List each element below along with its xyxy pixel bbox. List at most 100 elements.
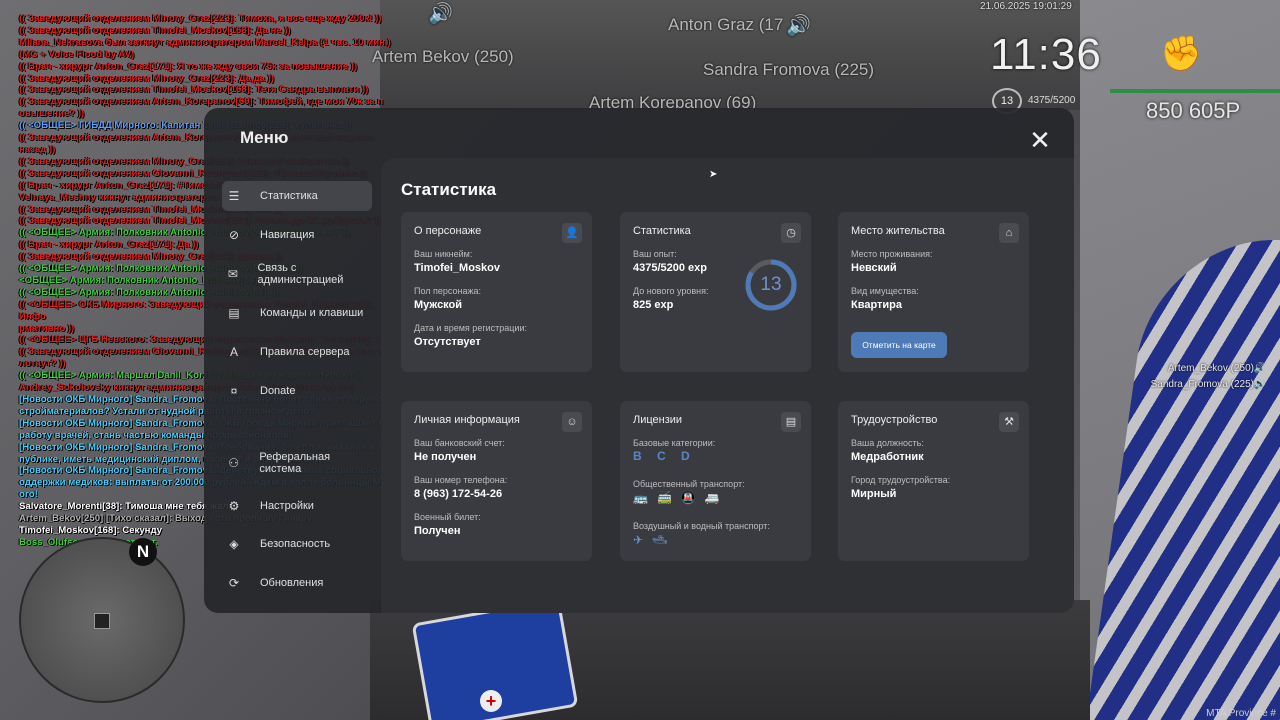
nav-item-label: Donate [260,385,296,397]
field-label: Военный билет: [414,512,481,522]
user-icon: 👤 [562,223,582,243]
update-icon: ⟳ [228,576,240,590]
nav-item-6[interactable]: ¤ Donate [222,376,372,406]
public-transport-icons: 🚌🚎🚇🚐 [633,491,729,505]
mouse-cursor-icon: ➤ [709,169,718,180]
nav-item-8[interactable]: ⚙ Настройки [222,491,372,521]
card-personal: Личная информация ☺ Ваш банковский счет:… [401,401,592,561]
field-label: Ваш опыт: [633,249,677,259]
nav-item-label: Навигация [260,229,315,241]
nav-item-label: Команды и клавиши [260,307,364,319]
field-label: Город трудоустройства: [851,475,951,485]
close-icon[interactable]: ✕ [1026,126,1054,154]
nav-item-label: Правила сервера [260,346,350,358]
nav-item-label: Статистика [260,190,318,202]
nav-item-label: Связь с администрацией [257,262,344,286]
field-label: Пол персонажа: [414,286,482,296]
card-job: Трудоустройство ⚒ Ваша должность: Медраб… [838,401,1029,561]
nav-item-label: Обновления [260,577,324,589]
fist-icon: ✊ [1160,35,1203,73]
page-title: Статистика [401,180,497,199]
tools-icon: ⚒ [999,412,1019,432]
license-categories: B C D [633,449,696,463]
field-label: Ваш никнейм: [414,249,473,259]
card-title: Личная информация [414,414,520,426]
server-watermark: MTA Province # [1206,708,1276,719]
chat-line: (( Заведующий отделением Minory_Graz[223… [19,72,275,84]
nav-item-10[interactable]: ⟳ Обновления [222,568,372,598]
field-label: Ваш номер телефона: [414,475,508,485]
chat-line: (( Врач - хирург Anton_Graz[171]: Я то ж… [19,60,358,72]
field-label: Дата и время регистрации: [414,323,527,333]
nav-item-5[interactable]: A Правила сервера [222,337,372,367]
menu-window: Меню ☰ Статистика ⊘ Навигация ✉ Связь с админ… [204,108,1074,613]
rules-icon: A [229,345,238,359]
card-person: О персонаже 👤 Ваш никнейм: Timofei_Mosko… [401,212,592,372]
referral-icon: ⚇ [228,456,240,470]
nav-item-label: Безопасность [260,538,331,550]
card-home: Место жительства ⌂ Место проживания: Нев… [838,212,1029,372]
field-label: Базовые категории: [633,438,716,448]
chart-icon: ☰ [228,189,240,203]
compass-icon: ⊘ [228,228,240,242]
field-label: Место проживания: [851,249,933,259]
document-icon: ▤ [781,412,801,432]
field-label: До нового уровня: [633,286,709,296]
chat-line: (( Заведующий отделением Minory_Graz[223… [19,13,382,24]
card-title: Трудоустройство [851,414,938,426]
voice-player: Sandra_Fromova (225) [1150,379,1254,390]
field-value: Timofei_Moskov [414,262,500,274]
card-title: Статистика [633,225,691,237]
field-value: Не получен [414,451,477,463]
nav-item-7[interactable]: ⚇ Реферальная система [222,448,372,478]
card-licenses: Лицензии ▤ Базовые категории: B C D Обще… [620,401,811,561]
field-label: Ваша должность: [851,438,924,448]
level-number: 13 [760,274,782,295]
field-value: Медработник [851,451,924,463]
field-label: Вид имущества: [851,286,919,296]
house-icon: ⌂ [999,223,1019,243]
nav-item-1[interactable]: ☰ Статистика [222,181,372,211]
card-title: О персонаже [414,225,482,237]
field-value: Мужской [414,299,463,311]
field-value: Квартира [851,299,903,311]
player-nametag: Sandra Fromova (225) [703,60,875,79]
donate-icon: ¤ [230,384,238,398]
field-label: Ваш банковский счет: [414,438,505,448]
speaker-icon: 🔊 [1253,379,1266,390]
mark-on-map-button[interactable]: Отметить на карте [851,332,947,358]
chat-line: Milana_Nekrasova был заткнут администрат… [19,36,391,48]
chat-line: (( Заведующий отделением Artem_Korepanov… [19,96,384,108]
nav-item-4[interactable]: ▤ Команды и клавиши [222,298,372,328]
nav-item-9[interactable]: ◈ Безопасность [222,529,372,559]
player-marker-icon [94,613,110,629]
field-value: Отсутствует [414,336,481,348]
keyboard-icon: ▤ [228,306,240,320]
nav-item-label: Реферальная система [259,451,331,475]
hud-time: 11:36 [990,30,1102,79]
voice-player: Artem_Bekov (250) [1167,363,1254,374]
clock-icon: ◷ [781,223,801,243]
field-label: Воздушный и водный транспорт: [633,521,770,531]
face-icon: ☺ [562,412,582,432]
card-title: Место жительства [851,225,945,237]
chat-line: (( Заведующий отделением Timofei_Moskov[… [19,84,369,96]
nav-item-3[interactable]: ✉ Связь с администрацией [222,259,372,289]
field-value: 4375/5200 exp [633,262,708,274]
hud-date: 21.06.2025 19:01:29 [980,1,1072,12]
field-value: 8 (963) 172-54-26 [414,488,503,500]
speaker-icon: 🔊 [428,3,453,25]
stats-panel: Статистика О персонаже 👤 Ваш никнейм: Ti… [381,158,1074,613]
field-value: 825 exp [633,299,674,311]
menu-sidebar: Меню ☰ Статистика ⊘ Навигация ✉ Связь с админ… [204,108,381,613]
health-bar [1110,89,1280,93]
hud-exp: 4375/5200 [1028,95,1076,106]
card-stats: Статистика ◷ Ваш опыт: 4375/5200 exp До … [620,212,811,372]
chat-line: (MG + Voice Flood by AV) [19,48,135,60]
nav-item-2[interactable]: ⊘ Навигация [222,220,372,250]
player-nametag: Anton Graz (17 [668,15,784,34]
shield-icon: ◈ [229,537,239,551]
speaker-icon: 🔊 [1253,363,1266,374]
medical-cross-icon: + [480,690,502,712]
hud-money: 850 605Р [1146,98,1241,123]
